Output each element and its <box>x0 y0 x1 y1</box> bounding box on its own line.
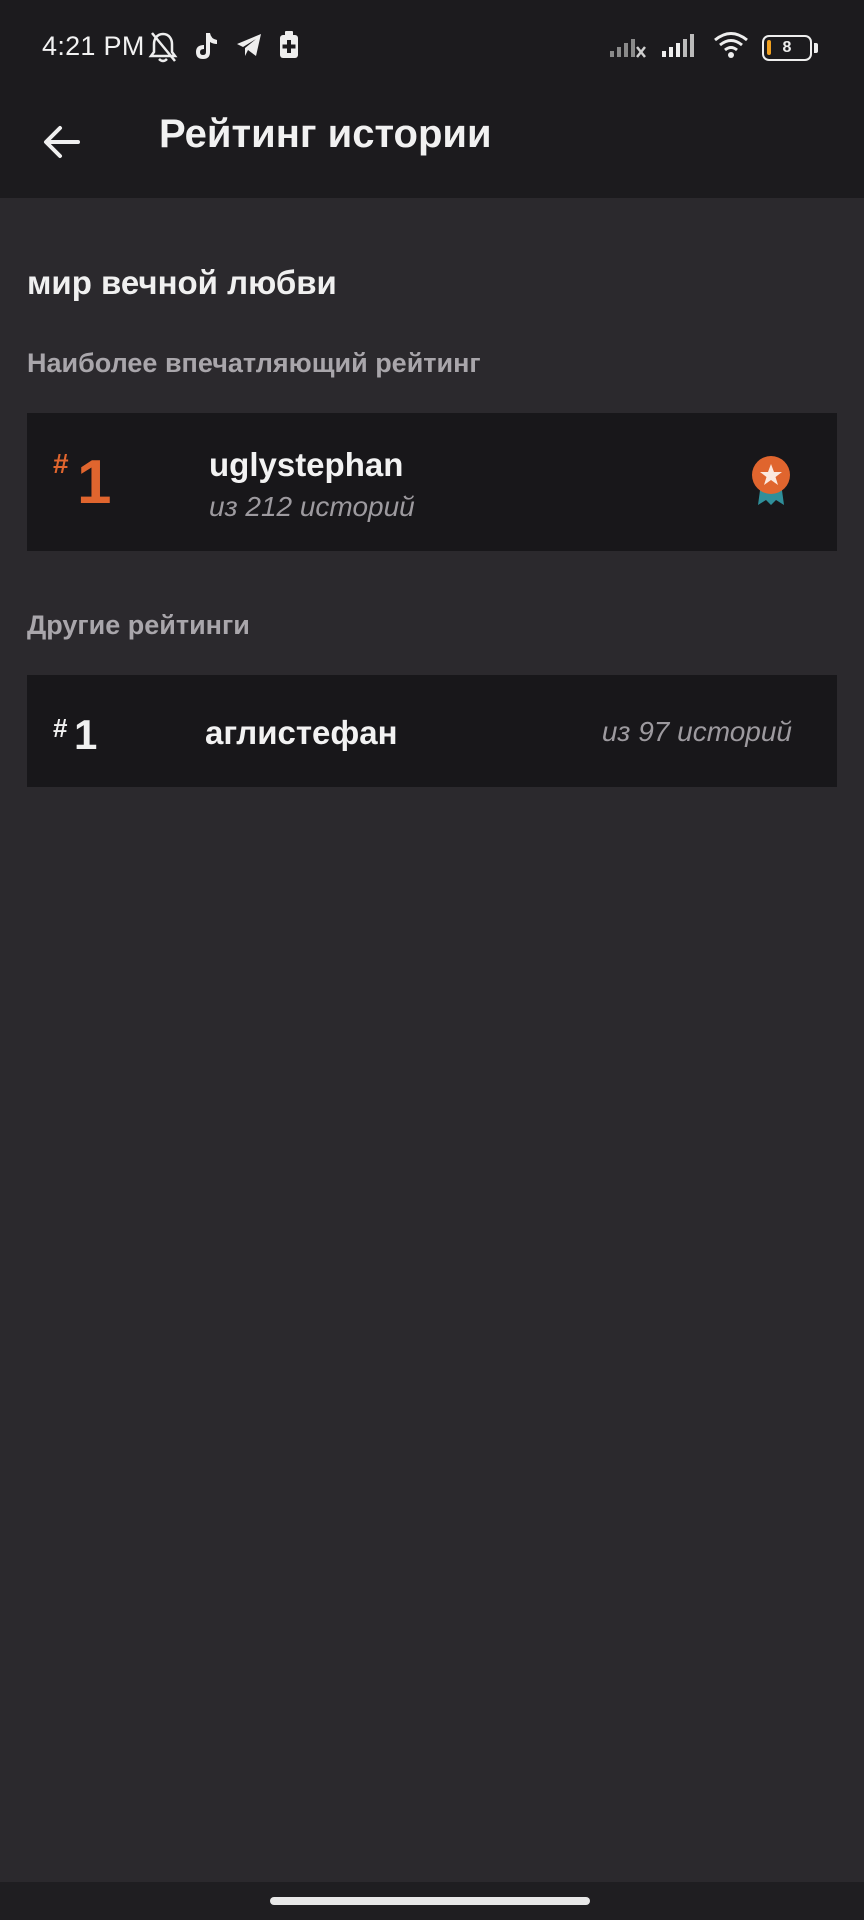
battery-saver-icon <box>278 30 300 69</box>
section-label-other: Другие рейтинги <box>27 610 250 640</box>
rank-hash: # <box>53 713 68 743</box>
rank-number: 1 <box>77 448 112 517</box>
wifi-icon <box>712 30 750 65</box>
app-bar: Рейтинг истории <box>0 96 864 198</box>
other-rank-card[interactable]: # 1 аглистефан из 97 историй <box>27 675 837 787</box>
rank-story-count: из 97 историй <box>601 716 792 747</box>
signal-no-service-icon <box>608 31 648 64</box>
rank-username: uglystephan <box>209 446 404 483</box>
section-label-top: Наиболее впечатляющий рейтинг <box>27 348 481 378</box>
rank-number: 1 <box>74 711 98 758</box>
tiktok-icon <box>192 30 220 69</box>
system-icons: 8 <box>608 30 818 65</box>
bell-off-icon <box>148 30 178 69</box>
award-ribbon-icon <box>750 455 792 512</box>
story-title: мир вечной любви <box>27 264 337 301</box>
rank-username: аглистефан <box>205 714 398 751</box>
status-bar: 4:21 PM 8 <box>0 0 864 96</box>
telegram-icon <box>234 30 264 69</box>
rank-story-count: из 212 историй <box>209 491 415 522</box>
notification-icons <box>148 30 300 69</box>
back-button[interactable] <box>32 114 92 174</box>
status-time: 4:21 PM <box>42 31 145 61</box>
top-rank-card[interactable]: # 1 uglystephan из 212 историй <box>27 413 837 551</box>
arrow-left-icon <box>42 124 82 165</box>
rank-hash: # <box>53 448 69 479</box>
battery-icon: 8 <box>762 34 818 61</box>
signal-icon <box>660 31 700 64</box>
home-indicator[interactable] <box>270 1897 590 1905</box>
page-title: Рейтинг истории <box>159 112 492 156</box>
